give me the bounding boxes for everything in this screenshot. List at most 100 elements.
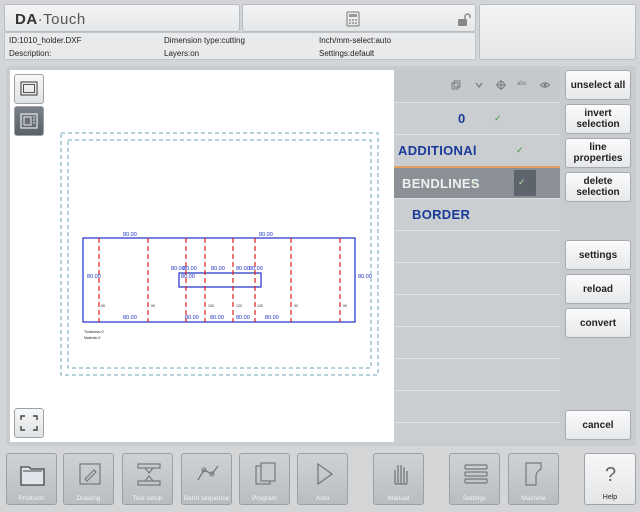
inner-border bbox=[67, 139, 372, 369]
layer-name: BENDLINES bbox=[402, 176, 480, 191]
nav-label: Settings bbox=[462, 495, 487, 502]
settings-button[interactable]: settings bbox=[565, 240, 631, 270]
nav-bend-sequence[interactable]: Bend sequence bbox=[181, 453, 232, 505]
layer-row-0[interactable]: 0 ✓ bbox=[394, 102, 560, 134]
layer-row-empty bbox=[394, 326, 560, 358]
chevron-down-icon[interactable] bbox=[474, 80, 484, 90]
calculator-icon[interactable] bbox=[346, 11, 360, 27]
dimension-type: Dimension type:cutting bbox=[164, 36, 245, 45]
nav-label: Machine bbox=[521, 495, 546, 502]
layer-row-empty bbox=[394, 390, 560, 422]
nav-program[interactable]: Program bbox=[239, 453, 290, 505]
cancel-button[interactable]: cancel bbox=[565, 410, 631, 440]
program-pages-icon bbox=[255, 462, 276, 485]
window-stack-icon bbox=[20, 81, 38, 96]
layer-name: 0 bbox=[458, 111, 466, 126]
drawing-note: Material=2 bbox=[84, 336, 100, 340]
nav-drawing[interactable]: Drawing bbox=[63, 453, 114, 505]
bend-mark: 90 bbox=[101, 304, 105, 308]
status-panel bbox=[242, 4, 476, 32]
nav-tool-setup[interactable]: Tool setup bbox=[122, 453, 173, 505]
nav-label: Tool setup bbox=[132, 495, 163, 502]
view-drawing-button[interactable] bbox=[14, 106, 44, 136]
layer-row-empty bbox=[394, 262, 560, 294]
layer-list: abc 0 ✓ ADDITIONAl ✓ BENDLINES ✓ ✓ BORDE… bbox=[394, 70, 560, 442]
check-icon: ✓ bbox=[518, 177, 526, 187]
nav-products[interactable]: Products bbox=[6, 453, 57, 505]
dim-label: 80.00 bbox=[181, 274, 195, 280]
layer-row-border[interactable]: BORDER bbox=[394, 198, 560, 230]
dim-label: 80.00 bbox=[236, 315, 250, 321]
check-icon: ✓ bbox=[494, 113, 502, 123]
invert-selection-button[interactable]: invert selection bbox=[565, 104, 631, 134]
line-properties-button[interactable]: line properties bbox=[565, 138, 631, 168]
unlock-icon[interactable] bbox=[457, 13, 471, 27]
help-label: Help bbox=[602, 494, 618, 501]
dim-label: 80.00 bbox=[123, 232, 137, 238]
part-outline bbox=[82, 237, 356, 323]
bend-sequence-icon bbox=[197, 465, 219, 481]
help-icon: ? bbox=[605, 464, 617, 486]
product-description: Description: bbox=[9, 49, 52, 58]
dim-label: 80.00 bbox=[265, 315, 279, 321]
check-icon: ✓ bbox=[471, 178, 479, 188]
drawing-view-icon bbox=[20, 113, 38, 129]
nav-settings[interactable]: Settings bbox=[449, 453, 500, 505]
help-button[interactable]: ? Help bbox=[584, 453, 636, 505]
logo-panel: DA·Touch bbox=[4, 4, 240, 32]
top-right-panel bbox=[479, 4, 636, 60]
nav-auto[interactable]: Auto bbox=[297, 453, 348, 505]
check-icon: ✓ bbox=[516, 145, 524, 155]
bend-mark: 120 bbox=[236, 304, 242, 308]
app-logo: DA·Touch bbox=[15, 11, 86, 28]
dim-label: 80.00 bbox=[249, 266, 263, 272]
dim-label: 80.00 bbox=[236, 266, 250, 272]
dim-label: 80.00 bbox=[123, 315, 137, 321]
pencil-icon bbox=[79, 463, 101, 485]
nav-manual[interactable]: Manual bbox=[373, 453, 424, 505]
bend-mark: 120 bbox=[257, 304, 263, 308]
product-id: ID:1010_holder.DXF bbox=[9, 36, 82, 45]
dim-label: 80.00 bbox=[87, 274, 101, 280]
play-icon bbox=[317, 462, 334, 486]
nav-label: Drawing bbox=[76, 495, 101, 502]
nav-label: Bend sequence bbox=[183, 495, 230, 502]
layer-row-empty bbox=[394, 294, 560, 326]
check-cell-active[interactable]: ✓ bbox=[514, 170, 536, 196]
reload-button[interactable]: reload bbox=[565, 274, 631, 304]
tool-setup-icon bbox=[137, 463, 161, 486]
bend-mark: 90 bbox=[343, 304, 347, 308]
machine-icon bbox=[525, 462, 542, 486]
layer-row-bendlines[interactable]: BENDLINES ✓ ✓ bbox=[394, 166, 560, 198]
nav-machine[interactable]: Machine bbox=[508, 453, 559, 505]
crosshair-icon[interactable] bbox=[496, 80, 506, 90]
nav-label: Program bbox=[252, 495, 277, 502]
convert-button[interactable]: convert bbox=[565, 308, 631, 338]
bend-mark: 120 bbox=[208, 304, 214, 308]
eye-icon[interactable] bbox=[540, 80, 550, 90]
dim-label: 80.00 bbox=[259, 232, 273, 238]
layer-list-header: abc bbox=[394, 70, 560, 102]
delete-selection-button[interactable]: delete selection bbox=[565, 172, 631, 202]
layers-icon[interactable] bbox=[451, 80, 461, 90]
abc-icon[interactable]: abc bbox=[517, 81, 527, 87]
dim-label: 80.00 bbox=[185, 315, 199, 321]
layer-row-additional[interactable]: ADDITIONAl ✓ bbox=[394, 134, 560, 166]
dxf-drawing-canvas[interactable]: 80.00 80.00 80.00 80.00 80.00 80.00 80.0… bbox=[10, 70, 394, 442]
unselect-all-button[interactable]: unselect all bbox=[565, 70, 631, 100]
folder-icon bbox=[20, 466, 45, 486]
layer-row-empty bbox=[394, 230, 560, 262]
view-fit-button[interactable] bbox=[14, 74, 44, 104]
drawing-note: Thickness=2 bbox=[84, 330, 104, 334]
settings-status: Settings:default bbox=[319, 49, 375, 58]
bend-mark: 90 bbox=[151, 304, 155, 308]
dim-label: 80.00 bbox=[211, 266, 225, 272]
layers-status: Layers:on bbox=[164, 49, 200, 58]
layer-row-empty bbox=[394, 358, 560, 390]
bend-mark: 90 bbox=[294, 304, 298, 308]
zoom-extents-button[interactable] bbox=[14, 408, 44, 438]
dim-label: 80.00 bbox=[358, 274, 372, 280]
fullscreen-icon bbox=[20, 415, 38, 431]
nav-label: Manual bbox=[387, 495, 410, 502]
product-info-bar: ID:1010_holder.DXF Description: Dimensio… bbox=[4, 32, 476, 60]
